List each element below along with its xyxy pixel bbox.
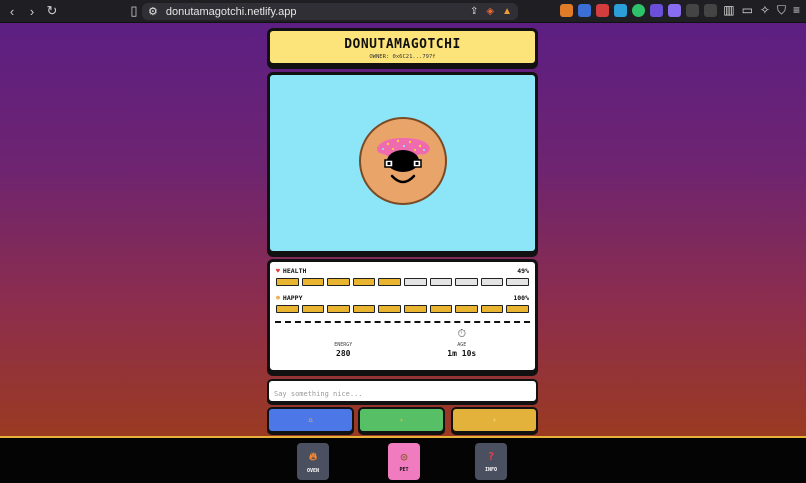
- energy-label: ENERGY: [334, 342, 353, 348]
- home-button[interactable]: ⌂: [267, 407, 354, 433]
- tab-oven[interactable]: 🔥︎ OVEN: [297, 443, 329, 480]
- health-segment: [301, 278, 325, 286]
- pin-button[interactable]: ✦: [358, 407, 445, 433]
- health-bar: [276, 278, 529, 286]
- happy-segment: [327, 305, 350, 313]
- tab-info-label: INFO: [484, 467, 498, 473]
- puzzle-icon[interactable]: [686, 4, 699, 17]
- wallet-icon[interactable]: ▭: [742, 3, 753, 18]
- health-segment: [276, 278, 299, 286]
- happy-segment: [352, 305, 376, 313]
- extension-icon[interactable]: [668, 4, 681, 17]
- energy-value: 280: [336, 349, 351, 358]
- smile-icon: ☻: [276, 294, 280, 302]
- tab-info[interactable]: ? INFO: [475, 443, 507, 480]
- owner-address: OWNER: 0x6C21...797f: [369, 54, 436, 60]
- extension-icon[interactable]: [578, 4, 591, 17]
- happy-segment: [378, 305, 401, 313]
- happy-segment: [506, 305, 529, 313]
- tab-oven-label: OVEN: [306, 467, 320, 474]
- extension-icon[interactable]: [614, 4, 627, 17]
- happy-segment: [403, 305, 427, 313]
- health-value: 49%: [517, 267, 529, 275]
- extension-icon[interactable]: [704, 4, 717, 17]
- health-segment: [480, 278, 504, 286]
- site-settings-icon[interactable]: ⚙: [148, 5, 158, 18]
- happy-label: HAPPY: [282, 294, 303, 302]
- health-segment: [403, 278, 427, 286]
- sparkle-icon: ✧: [492, 416, 497, 424]
- browser-toolbar: ‹ › ↻ ▯ ⚙ donutamagotchi.netlify.app ⇪ ◈…: [0, 0, 806, 23]
- donut-icon: ◎: [400, 450, 408, 463]
- vpn-icon[interactable]: ⛉: [777, 3, 786, 18]
- brave-rewards-icon[interactable]: ▲: [502, 6, 512, 17]
- heart-icon: ♥: [276, 267, 280, 275]
- health-segment: [327, 278, 350, 286]
- health-segment: [506, 278, 529, 286]
- age-value: 1m 10s: [447, 349, 477, 358]
- happy-segment: [276, 305, 299, 313]
- pet-screen: [267, 72, 538, 254]
- back-icon[interactable]: ‹: [4, 3, 20, 19]
- stopwatch-icon: ⏱: [457, 327, 467, 340]
- extension-icon[interactable]: [632, 4, 645, 17]
- browser-tools: ▥ ▭ ✧ ⛉ ≡: [723, 3, 800, 18]
- happy-value: 100%: [513, 294, 529, 302]
- brave-shield-icon[interactable]: ◈: [486, 6, 494, 17]
- title-card: DONUTAMAGOTCHI OWNER: 0x6C21...797f: [267, 28, 538, 66]
- menu-icon[interactable]: ≡: [793, 3, 800, 18]
- leo-icon[interactable]: ✧: [760, 3, 770, 18]
- health-label: HEALTH: [282, 267, 307, 275]
- age-stat: ⏱ AGE 1m 10s: [417, 327, 507, 358]
- app-title: DONUTAMAGOTCHI: [344, 37, 461, 52]
- happy-segment: [301, 305, 325, 313]
- donut-pet[interactable]: [358, 116, 448, 206]
- health-segment: [429, 278, 453, 286]
- extension-icon[interactable]: [596, 4, 609, 17]
- reload-icon[interactable]: ↻: [44, 3, 60, 19]
- happy-segment: [480, 305, 504, 313]
- health-segment: [455, 278, 478, 286]
- happy-row: ☻ HAPPY 100%: [276, 294, 529, 302]
- health-row: ♥ HEALTH 49%: [276, 267, 529, 275]
- bottom-dock: 🔥︎ OVEN ◎ PET ? INFO: [0, 436, 806, 483]
- extensions-row: [560, 4, 717, 17]
- message-input[interactable]: [269, 384, 536, 404]
- energy-stat: ENERGY 280: [298, 327, 388, 358]
- health-segment: [352, 278, 376, 286]
- address-bar[interactable]: ⚙ donutamagotchi.netlify.app ⇪ ◈ ▲: [142, 3, 518, 20]
- extension-icon[interactable]: [650, 4, 663, 17]
- stats-card: ♥ HEALTH 49% ☻ HAPPY 100% ENERGY 280 ⏱ A…: [267, 259, 538, 373]
- tab-pet-label: PET: [399, 467, 409, 473]
- message-box: [267, 379, 538, 404]
- share-icon[interactable]: ⇪: [470, 6, 478, 17]
- pin-icon: ✦: [399, 416, 404, 424]
- age-label: AGE: [457, 342, 467, 348]
- health-segment: [378, 278, 401, 286]
- sidebar-icon[interactable]: ▥: [723, 3, 734, 18]
- fire-icon: 🔥︎: [308, 449, 318, 463]
- divider: [275, 321, 530, 323]
- url-text: donutamagotchi.netlify.app: [165, 5, 297, 18]
- happy-segment: [455, 305, 478, 313]
- home-icon: ⌂: [308, 416, 313, 424]
- happy-segment: [429, 305, 453, 313]
- question-icon: ?: [487, 450, 495, 463]
- extension-icon[interactable]: [560, 4, 573, 17]
- sparkle-button[interactable]: ✧: [451, 407, 538, 433]
- forward-icon[interactable]: ›: [24, 3, 40, 19]
- happy-bar: [276, 305, 529, 313]
- meta-stats: ENERGY 280 ⏱ AGE 1m 10s: [276, 327, 529, 358]
- bookmark-icon[interactable]: ▯: [126, 3, 142, 19]
- tab-pet[interactable]: ◎ PET: [388, 443, 420, 480]
